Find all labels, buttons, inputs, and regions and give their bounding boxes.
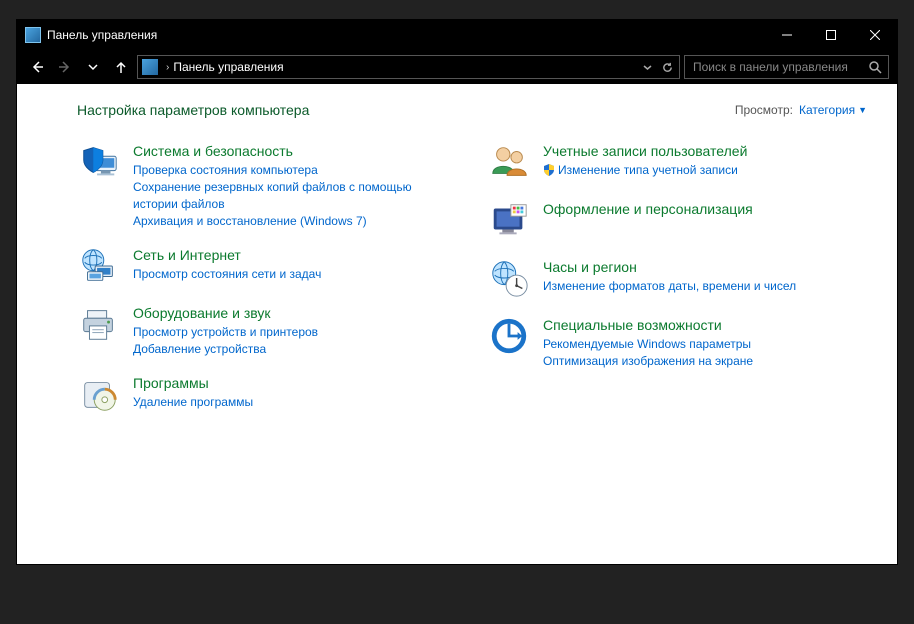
search-input[interactable]: [691, 59, 869, 75]
category-title[interactable]: Часы и регион: [543, 258, 867, 276]
category-link[interactable]: Изменение типа учетной записи: [543, 162, 867, 179]
category-title[interactable]: Программы: [133, 374, 457, 392]
category-user-accounts: Учетные записи пользователей Изменение т…: [487, 140, 867, 184]
category-system-security: Система и безопасность Проверка состояни…: [77, 140, 457, 230]
shield-computer-icon: [77, 140, 121, 184]
address-bar[interactable]: › Панель управления: [137, 55, 680, 79]
uac-shield-icon: [543, 164, 555, 176]
category-hardware-sound: Оборудование и звук Просмотр устройств и…: [77, 302, 457, 358]
category-clock-region: Часы и регион Изменение форматов даты, в…: [487, 256, 867, 300]
recent-dropdown-button[interactable]: [81, 55, 105, 79]
arrow-left-icon: [30, 60, 44, 74]
category-title[interactable]: Оборудование и звук: [133, 304, 457, 322]
category-title[interactable]: Система и безопасность: [133, 142, 457, 160]
category-link[interactable]: Оптимизация изображения на экране: [543, 353, 867, 370]
search-icon: [869, 61, 882, 74]
up-button[interactable]: [109, 55, 133, 79]
category-link[interactable]: Рекомендуемые Windows параметры: [543, 336, 867, 353]
app-icon: [25, 27, 41, 43]
category-title[interactable]: Оформление и персонализация: [543, 200, 867, 218]
titlebar: Панель управления: [17, 20, 897, 50]
category-link[interactable]: Просмотр устройств и принтеров: [133, 324, 457, 341]
category-appearance-personalization: Оформление и персонализация: [487, 198, 867, 242]
forward-button[interactable]: [53, 55, 77, 79]
refresh-icon: [662, 62, 673, 73]
content-header: Настройка параметров компьютера Просмотр…: [77, 102, 867, 118]
chevron-down-icon: [642, 62, 653, 73]
category-link[interactable]: Удаление программы: [133, 394, 457, 411]
category-network-internet: Сеть и Интернет Просмотр состояния сети …: [77, 244, 457, 288]
category-link[interactable]: Проверка состояния компьютера: [133, 162, 457, 179]
search-box[interactable]: [684, 55, 889, 79]
category-title[interactable]: Специальные возможности: [543, 316, 867, 334]
back-button[interactable]: [25, 55, 49, 79]
page-heading: Настройка параметров компьютера: [77, 102, 735, 118]
right-column: Учетные записи пользователей Изменение т…: [487, 140, 867, 430]
minimize-button[interactable]: [765, 20, 809, 50]
window-frame: Панель управления › Панель управления: [17, 20, 897, 564]
personalization-icon: [487, 198, 531, 242]
breadcrumb-root[interactable]: Панель управления: [173, 60, 283, 74]
maximize-button[interactable]: [809, 20, 853, 50]
view-label: Просмотр:: [735, 103, 793, 117]
category-title[interactable]: Учетные записи пользователей: [543, 142, 867, 160]
clock-globe-icon: [487, 256, 531, 300]
maximize-icon: [826, 30, 836, 40]
globe-network-icon: [77, 244, 121, 288]
category-link[interactable]: Изменение форматов даты, времени и чисел: [543, 278, 867, 295]
breadcrumb-separator-icon: ›: [166, 62, 169, 73]
category-link[interactable]: Архивация и восстановление (Windows 7): [133, 213, 457, 230]
arrow-right-icon: [58, 60, 72, 74]
window-title: Панель управления: [47, 28, 157, 42]
close-icon: [870, 30, 880, 40]
minimize-icon: [782, 30, 792, 40]
chevron-down-icon: [86, 60, 100, 74]
address-history-button[interactable]: [637, 57, 657, 77]
printer-icon: [77, 302, 121, 346]
view-control: Просмотр: Категория ▼: [735, 103, 867, 117]
chevron-down-icon: ▼: [858, 105, 867, 115]
left-column: Система и безопасность Проверка состояни…: [77, 140, 457, 430]
refresh-button[interactable]: [657, 57, 677, 77]
category-link[interactable]: Сохранение резервных копий файлов с помо…: [133, 179, 457, 213]
category-title[interactable]: Сеть и Интернет: [133, 246, 457, 264]
arrow-up-icon: [114, 60, 128, 74]
view-value: Категория: [799, 103, 855, 117]
category-ease-of-access: Специальные возможности Рекомендуемые Wi…: [487, 314, 867, 370]
ease-of-access-icon: [487, 314, 531, 358]
programs-disc-icon: [77, 372, 121, 416]
view-dropdown[interactable]: Категория ▼: [799, 103, 867, 117]
category-programs: Программы Удаление программы: [77, 372, 457, 416]
users-icon: [487, 140, 531, 184]
close-button[interactable]: [853, 20, 897, 50]
category-link[interactable]: Добавление устройства: [133, 341, 457, 358]
address-icon: [142, 59, 158, 75]
category-link[interactable]: Просмотр состояния сети и задач: [133, 266, 457, 283]
content-area: Настройка параметров компьютера Просмотр…: [17, 84, 897, 564]
navbar: › Панель управления: [17, 50, 897, 84]
category-columns: Система и безопасность Проверка состояни…: [77, 140, 867, 430]
